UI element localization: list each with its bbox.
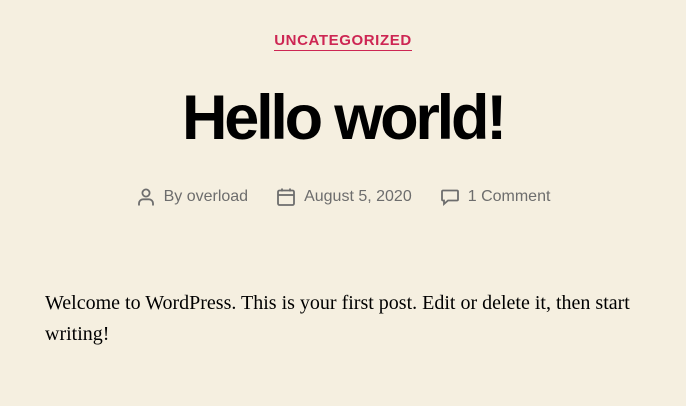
calendar-icon [277,188,295,206]
post-meta: By overload August 5, 2020 1 Comment [0,186,686,208]
comments-link[interactable]: 1 Comment [468,186,551,208]
date-link[interactable]: August 5, 2020 [304,186,412,208]
post-comments: 1 Comment [440,186,551,208]
post-author: By overload [136,186,248,208]
post-content: Welcome to WordPress. This is your first… [45,292,630,345]
author-prefix: By [163,188,183,205]
comment-bubble-icon [440,189,459,206]
post-date: August 5, 2020 [276,186,412,208]
category-link[interactable]: UNCATEGORIZED [274,32,412,51]
post-title: Hello world! [181,83,507,153]
post-category: UNCATEGORIZED [0,31,686,51]
author-link[interactable]: overload [187,186,248,208]
person-icon [137,188,154,206]
